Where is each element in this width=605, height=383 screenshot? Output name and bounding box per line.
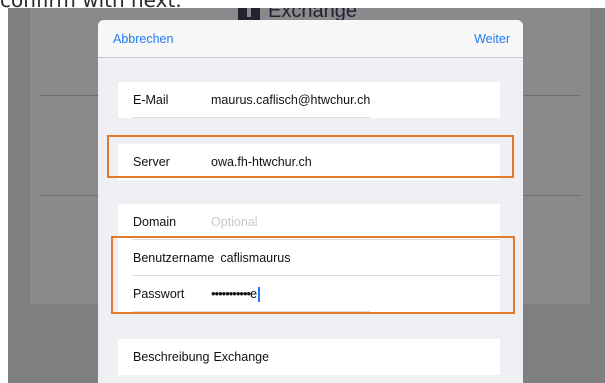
- server-group: Server owa.fh-htwchur.ch: [118, 144, 500, 180]
- description-label: Beschreibung: [133, 350, 210, 364]
- server-label: Server: [133, 155, 170, 169]
- row-separator: [133, 117, 370, 118]
- domain-label: Domain: [133, 215, 177, 229]
- username-label: Benutzername: [133, 251, 215, 265]
- text-cursor: [258, 287, 260, 303]
- cancel-button[interactable]: Abbrechen: [113, 32, 173, 46]
- username-field[interactable]: caflismaurus: [220, 251, 290, 265]
- domain-row[interactable]: Domain Optional: [118, 204, 500, 240]
- password-last-char: e: [250, 286, 258, 301]
- description-field[interactable]: Exchange: [213, 350, 269, 364]
- navigation-bar: Abbrechen Weiter: [98, 20, 523, 58]
- email-field[interactable]: maurus.caflisch@htwchur.ch: [211, 93, 370, 107]
- username-row[interactable]: Benutzername caflismaurus: [118, 240, 500, 276]
- description-row[interactable]: Beschreibung Exchange: [118, 339, 500, 375]
- account-setup-sheet: Abbrechen Weiter E-Mail maurus.caflisch@…: [98, 20, 523, 383]
- password-mask: •••••••••••: [211, 285, 251, 301]
- password-row[interactable]: Passwort •••••••••••e: [118, 276, 500, 312]
- server-row[interactable]: Server owa.fh-htwchur.ch: [118, 144, 500, 180]
- domain-field[interactable]: Optional: [211, 215, 258, 229]
- row-separator: [133, 311, 370, 312]
- next-button[interactable]: Weiter: [474, 32, 510, 46]
- email-label: E-Mail: [133, 93, 169, 107]
- password-field[interactable]: •••••••••••e: [211, 285, 260, 303]
- server-field[interactable]: owa.fh-htwchur.ch: [211, 155, 312, 169]
- exchange-logo-icon: [238, 8, 260, 20]
- credentials-group: Domain Optional Benutzername caflismauru…: [118, 204, 500, 312]
- password-label: Passwort: [133, 287, 185, 301]
- description-group: Beschreibung Exchange: [118, 339, 500, 375]
- email-row[interactable]: E-Mail maurus.caflisch@htwchur.ch: [118, 82, 500, 118]
- email-group: E-Mail maurus.caflisch@htwchur.ch: [118, 82, 500, 118]
